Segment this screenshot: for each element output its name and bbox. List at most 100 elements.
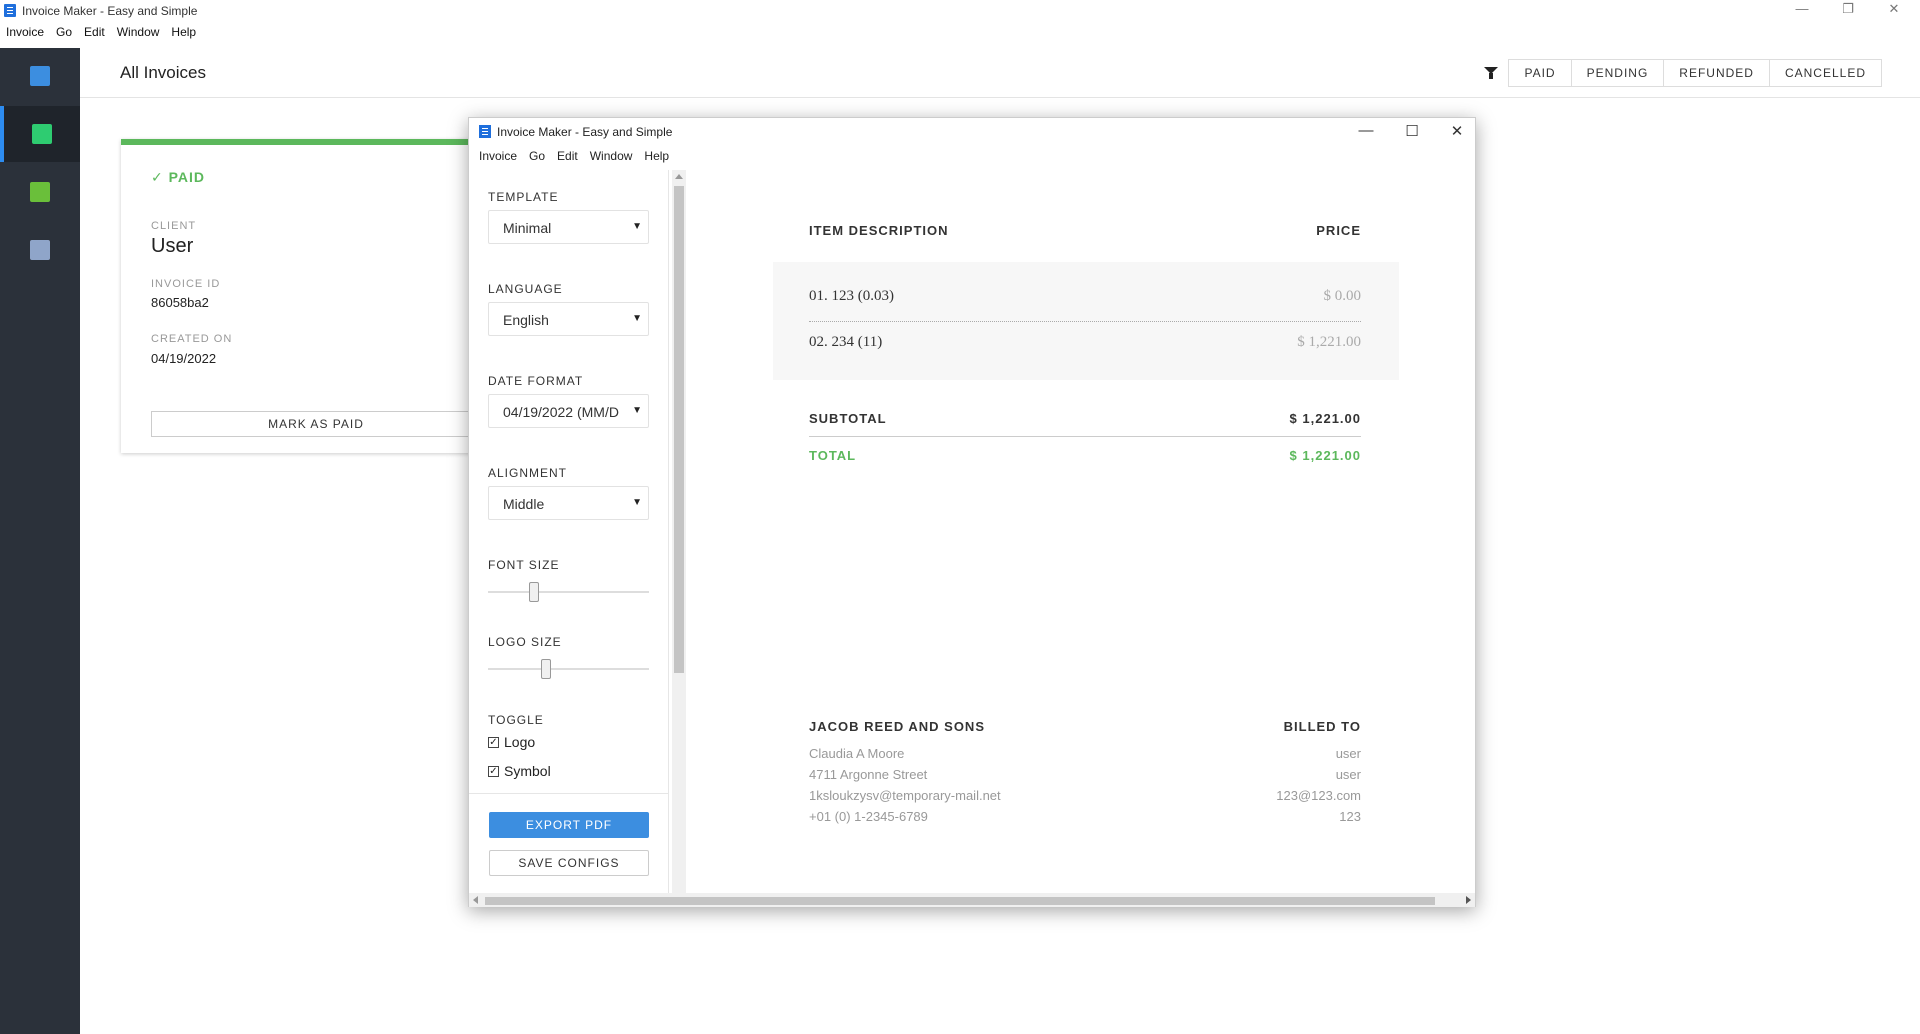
mark-as-paid-button[interactable]: MARK AS PAID <box>151 411 481 437</box>
item-row-price: $ 0.00 <box>1323 288 1362 304</box>
client-address-line: user <box>1335 767 1361 782</box>
invoice-card[interactable]: ✓ PAID CLIENT User INVOICE ID 86058ba2 C… <box>121 139 481 453</box>
dropdown-arrow-icon: ▼ <box>632 497 642 508</box>
date-format-value: 04/19/2022 (MM/D <box>503 404 619 420</box>
dialog-menu-window[interactable]: Window <box>584 149 639 163</box>
subtotal-value: $ 1,221.00 <box>1289 411 1361 426</box>
contacts-icon <box>30 182 50 202</box>
alignment-label: ALIGNMENT <box>488 466 568 480</box>
dialog-menu-help[interactable]: Help <box>638 149 675 163</box>
menu-edit[interactable]: Edit <box>78 23 111 43</box>
company-address: 4711 Argonne Street <box>809 767 928 782</box>
filter-pending-button[interactable]: PENDING <box>1570 59 1664 87</box>
company-name: JACOB REED AND SONS <box>809 719 985 734</box>
dialog-menu-invoice[interactable]: Invoice <box>473 149 523 163</box>
filter-cancelled-button[interactable]: CANCELLED <box>1768 59 1882 87</box>
language-label: LANGUAGE <box>488 282 563 296</box>
menu-window[interactable]: Window <box>111 23 166 43</box>
invoice-id-label: INVOICE ID <box>151 278 221 290</box>
item-row-price: $ 1,221.00 <box>1297 334 1361 350</box>
dropdown-arrow-icon: ▼ <box>632 221 642 232</box>
dialog-menu-bar: Invoice Go Edit Window Help <box>473 149 675 163</box>
client-phone-line: 123 <box>1339 809 1361 824</box>
title-bar: Invoice Maker - Easy and Simple — ❐ ✕ <box>0 0 1920 22</box>
save-configs-button[interactable]: SAVE CONFIGS <box>489 850 649 876</box>
language-value: English <box>503 312 549 328</box>
dialog-menu-go[interactable]: Go <box>523 149 551 163</box>
menu-go[interactable]: Go <box>50 23 78 43</box>
company-email: 1ksloukzysv@temporary-mail.net <box>809 788 1001 803</box>
menu-bar: Invoice Go Edit Window Help <box>0 23 202 43</box>
invoice-preview-window: Invoice Maker - Easy and Simple — ☐ ✕ In… <box>468 117 1476 907</box>
dialog-close-button[interactable]: ✕ <box>1445 122 1469 140</box>
minimize-button[interactable]: — <box>1792 1 1812 16</box>
vertical-scrollbar-thumb[interactable] <box>674 186 684 673</box>
client-label: CLIENT <box>151 220 197 232</box>
logo-size-slider[interactable] <box>488 659 649 679</box>
panel-divider <box>469 793 669 794</box>
created-date: 04/19/2022 <box>151 351 217 366</box>
restore-button[interactable]: ❐ <box>1838 1 1858 17</box>
logo-checkbox-label: Logo <box>504 734 536 750</box>
scroll-right-arrow-icon[interactable] <box>1466 896 1471 904</box>
font-size-slider-handle[interactable] <box>528 582 539 602</box>
price-header: PRICE <box>1316 223 1361 238</box>
status-filters: PAID PENDING REFUNDED CANCELLED <box>1484 59 1882 87</box>
invoice-id: 86058ba2 <box>151 295 209 310</box>
export-pdf-button[interactable]: EXPORT PDF <box>489 812 649 838</box>
scroll-left-arrow-icon[interactable] <box>473 896 478 904</box>
billed-to-label: BILLED TO <box>1283 719 1361 734</box>
toggle-label: TOGGLE <box>488 713 544 727</box>
horizontal-scrollbar-thumb[interactable] <box>485 897 1435 905</box>
created-label: CREATED ON <box>151 333 233 345</box>
dialog-maximize-button[interactable]: ☐ <box>1400 122 1424 140</box>
client-name: User <box>151 235 194 257</box>
company-contact: Claudia A Moore <box>809 746 905 761</box>
dialog-minimize-button[interactable]: — <box>1354 122 1378 139</box>
font-size-label: FONT SIZE <box>488 558 560 572</box>
total-label: TOTAL <box>809 448 857 463</box>
page-header: All Invoices PAID PENDING REFUNDED CANCE… <box>80 48 1920 98</box>
dialog-title: Invoice Maker - Easy and Simple <box>497 125 673 139</box>
date-format-select[interactable]: 04/19/2022 (MM/D ▼ <box>488 394 649 428</box>
dialog-menu-edit[interactable]: Edit <box>551 149 584 163</box>
invoices-icon <box>32 124 52 144</box>
menu-invoice[interactable]: Invoice <box>0 23 50 43</box>
app-logo-icon <box>4 4 16 17</box>
alignment-select[interactable]: Middle ▼ <box>488 486 649 520</box>
font-size-slider[interactable] <box>488 582 649 602</box>
client-email-line: 123@123.com <box>1276 788 1361 803</box>
menu-help[interactable]: Help <box>165 23 202 43</box>
symbol-checkbox-label: Symbol <box>504 763 551 779</box>
scroll-up-arrow-icon[interactable] <box>675 174 683 179</box>
close-button[interactable]: ✕ <box>1884 1 1904 17</box>
sidebar-item-settings[interactable] <box>0 222 80 278</box>
status-badge: ✓ PAID <box>151 169 206 185</box>
logo-size-slider-handle[interactable] <box>540 659 551 679</box>
dropdown-arrow-icon: ▼ <box>632 405 642 416</box>
app-logo-icon <box>479 125 491 138</box>
client-name-line: user <box>1335 746 1361 761</box>
filter-refunded-button[interactable]: REFUNDED <box>1663 59 1769 87</box>
alignment-value: Middle <box>503 496 545 512</box>
company-phone: +01 (0) 1-2345-6789 <box>809 809 928 824</box>
sidebar-item-invoices[interactable] <box>0 106 80 162</box>
language-select[interactable]: English ▼ <box>488 302 649 336</box>
logo-checkbox[interactable]: ✓ Logo <box>488 734 535 750</box>
template-select[interactable]: Minimal ▼ <box>488 210 649 244</box>
checkbox-checked-icon: ✓ <box>488 736 499 748</box>
sidebar <box>0 48 80 1034</box>
symbol-checkbox[interactable]: ✓ Symbol <box>488 763 551 779</box>
settings-icon <box>30 240 50 260</box>
totals-divider <box>809 436 1361 437</box>
sidebar-item-new-invoice[interactable] <box>0 48 80 104</box>
total-value: $ 1,221.00 <box>1289 448 1361 463</box>
item-row-description: 01. 123 (0.03) <box>809 288 894 304</box>
settings-panel: TEMPLATE Minimal ▼ LANGUAGE English ▼ DA… <box>469 170 669 898</box>
logo-size-label: LOGO SIZE <box>488 635 562 649</box>
filter-paid-button[interactable]: PAID <box>1508 59 1571 87</box>
window-title: Invoice Maker - Easy and Simple <box>22 4 198 18</box>
checkbox-checked-icon: ✓ <box>488 765 499 777</box>
subtotal-label: SUBTOTAL <box>809 411 887 426</box>
sidebar-item-contacts[interactable] <box>0 164 80 220</box>
